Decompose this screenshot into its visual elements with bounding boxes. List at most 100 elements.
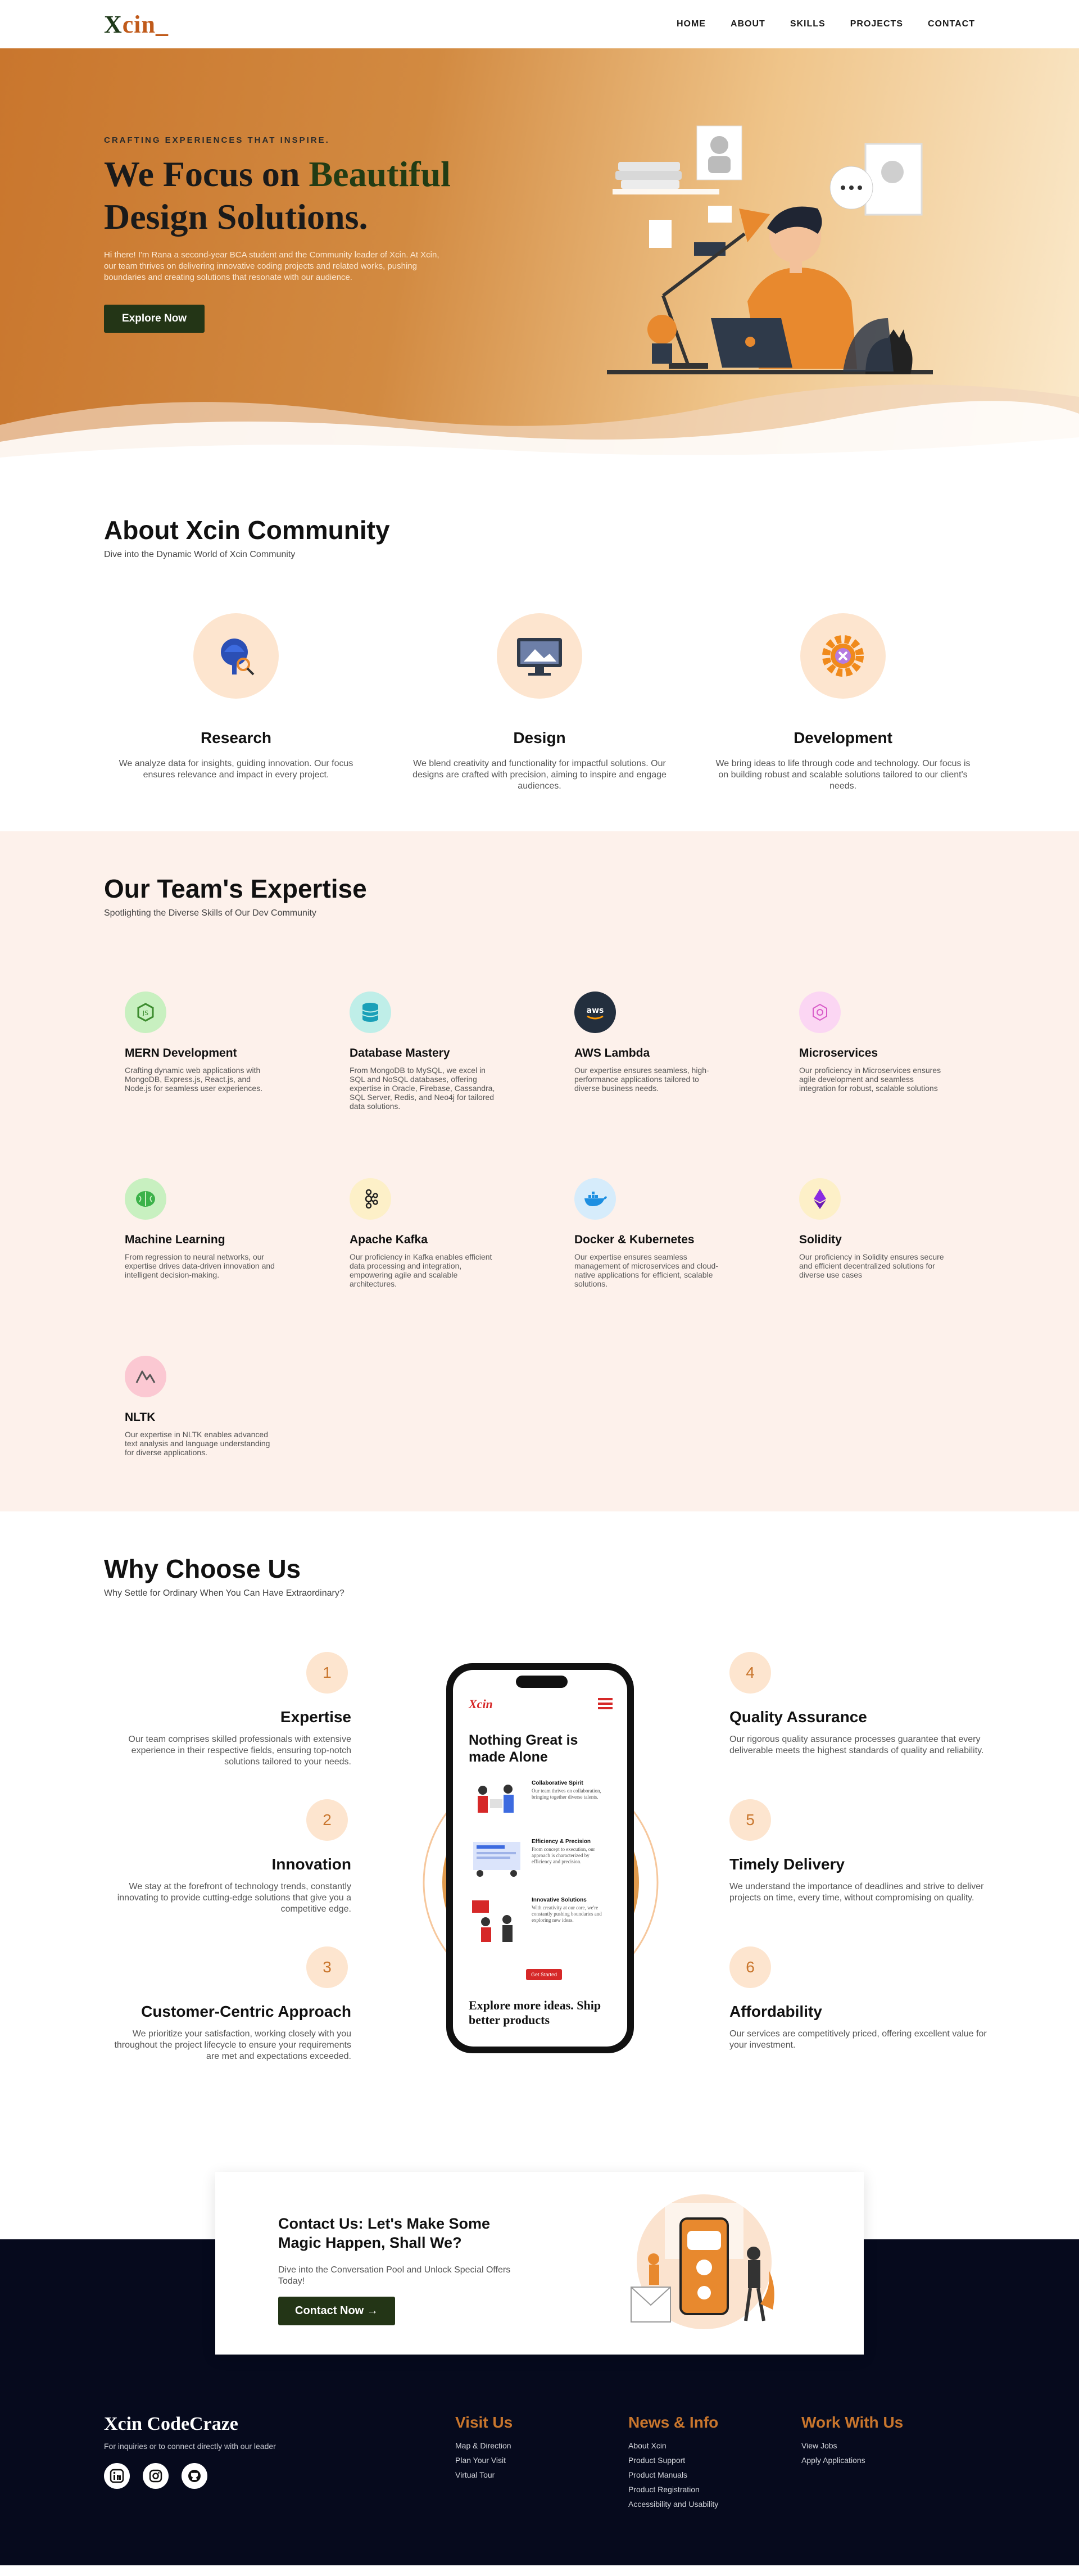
- microservices-icon: [799, 992, 841, 1033]
- about-card-design: Design We blend creativity and functiona…: [407, 613, 672, 792]
- phone-feature-text: Our team thrives on collaboration, bring…: [532, 1788, 601, 1800]
- footer-link[interactable]: Virtual Tour: [455, 2468, 513, 2482]
- about-card-research: Research We analyze data for insights, g…: [104, 613, 368, 792]
- about-card-text: We analyze data for insights, guiding in…: [119, 759, 353, 780]
- expertise-card-text: Our expertise ensures seamless managemen…: [574, 1252, 719, 1288]
- why-item-title: Expertise: [280, 1708, 351, 1726]
- expertise-card-docker: Docker & Kubernetes Our expertise ensure…: [554, 1178, 778, 1288]
- expertise-card-database: Database Mastery From MongoDB to MySQL, …: [329, 992, 554, 1111]
- nltk-icon: [125, 1356, 166, 1397]
- why-item-quality: 4 Quality Assurance Our rigorous quality…: [729, 1652, 988, 1799]
- hero-title-part: Design Solutions.: [104, 197, 368, 237]
- linkedin-icon[interactable]: [104, 2463, 130, 2489]
- nav-home-link[interactable]: HOME: [677, 19, 706, 29]
- phone-menu-icon[interactable]: [598, 1698, 613, 1709]
- why-item-expertise: 1 Expertise Our team comprises skilled p…: [104, 1652, 351, 1799]
- phone-frame: Xcin Nothing Great is made Alone Collabo…: [446, 1663, 634, 2053]
- hero-title-highlight: Beautiful: [309, 154, 451, 194]
- footer-link[interactable]: Apply Applications: [801, 2453, 903, 2468]
- nav-links: HOME ABOUT SKILLS PROJECTS CONTACT: [677, 19, 975, 29]
- footer-col-title: Work With Us: [801, 2414, 904, 2431]
- phone-screen: Xcin Nothing Great is made Alone Collabo…: [453, 1670, 627, 2047]
- why-item-text: We prioritize your satisfaction, working…: [114, 2029, 351, 2061]
- phone-feature-text: From concept to execution, our approach …: [532, 1846, 595, 1864]
- kafka-icon: [350, 1178, 391, 1220]
- expertise-card-text: Our proficiency in Solidity ensures secu…: [799, 1252, 944, 1279]
- why-number: 5: [729, 1799, 771, 1841]
- social-links: [104, 2463, 276, 2489]
- contact-card: Contact Us: Let's Make Some Magic Happen…: [215, 2172, 864, 2355]
- expertise-section: Our Team's Expertise Spotlighting the Di…: [0, 831, 1079, 1511]
- logo-x: X: [104, 10, 123, 38]
- why-number: 6: [729, 1946, 771, 1988]
- phone-heading: Nothing Great is made Alone: [469, 1732, 578, 1765]
- phone-logo: Xcin: [469, 1697, 493, 1711]
- footer-link[interactable]: View Jobs: [801, 2438, 903, 2453]
- expertise-card-ml: Machine Learning From regression to neur…: [104, 1178, 329, 1288]
- why-item-title: Affordability: [729, 2003, 822, 2020]
- why-item-affordability: 6 Affordability Our services are competi…: [729, 1946, 988, 2094]
- footer-link[interactable]: Product Manuals: [628, 2468, 718, 2482]
- expertise-card-microservices: Microservices Our proficiency in Microse…: [778, 992, 1003, 1111]
- why-left-column: 1 Expertise Our team comprises skilled p…: [104, 1652, 351, 2094]
- why-item-timely: 5 Timely Delivery We understand the impo…: [729, 1799, 988, 1946]
- innovation-illustration: [472, 1900, 513, 1942]
- why-item-title: Innovation: [271, 1855, 351, 1873]
- footer-link[interactable]: Accessibility and Usability: [628, 2497, 718, 2511]
- about-card-text: We blend creativity and functionality fo…: [412, 759, 667, 791]
- expertise-card-title: Microservices: [799, 1047, 878, 1060]
- expertise-subtitle: Spotlighting the Diverse Skills of Our D…: [104, 908, 316, 918]
- about-card-title: Research: [200, 729, 272, 746]
- why-right-column: 4 Quality Assurance Our rigorous quality…: [729, 1652, 988, 2094]
- hero-section: CRAFTING EXPERIENCES THAT INSPIRE. We Fo…: [0, 48, 1079, 464]
- footer-col-work: Work With Us View Jobs Apply Application…: [801, 2414, 903, 2468]
- logo-text: cin_: [122, 10, 169, 38]
- expertise-card-title: NLTK: [125, 1411, 156, 1424]
- footer-brand: Xcin CodeCraze For inquiries or to conne…: [104, 2414, 276, 2489]
- expertise-card-title: Docker & Kubernetes: [574, 1233, 695, 1246]
- why-item-text: Our services are competitively priced, o…: [729, 2029, 987, 2050]
- explore-now-button[interactable]: Explore Now: [104, 305, 205, 333]
- expertise-title: Our Team's Expertise: [104, 874, 367, 903]
- contact-now-button[interactable]: Contact Now →: [278, 2297, 395, 2325]
- phone-feature-title: Innovative Solutions: [532, 1897, 587, 1903]
- footer-col-news: News & Info About Xcin Product Support P…: [628, 2414, 718, 2511]
- expertise-card-title: Database Mastery: [350, 1047, 450, 1060]
- nav-projects-link[interactable]: PROJECTS: [850, 19, 903, 29]
- footer-link[interactable]: Plan Your Visit: [455, 2453, 513, 2468]
- footer-link[interactable]: Product Registration: [628, 2482, 718, 2497]
- expertise-card-title: AWS Lambda: [574, 1047, 650, 1060]
- site-logo[interactable]: Xcin_: [104, 10, 169, 39]
- expertise-grid: JS MERN Development Crafting dynamic web…: [104, 992, 975, 1457]
- collaboration-illustration: [478, 1785, 514, 1813]
- why-title: Why Choose Us: [104, 1554, 301, 1583]
- phone-get-started-button[interactable]: Get Started: [526, 1969, 563, 1980]
- why-item-text: We stay at the forefront of technology t…: [117, 1882, 351, 1914]
- hero-illustration: [607, 125, 933, 374]
- nav-contact-link[interactable]: CONTACT: [928, 19, 975, 29]
- expertise-card-title: Solidity: [799, 1233, 842, 1246]
- why-section: Why Choose Us Why Settle for Ordinary Wh…: [0, 1511, 1079, 2172]
- expertise-card-kafka: Apache Kafka Our proficiency in Kafka en…: [329, 1178, 554, 1288]
- nodejs-icon: JS: [125, 992, 166, 1033]
- footer-brand-name: Xcin CodeCraze: [104, 2414, 238, 2434]
- phone-feature-text: With creativity at our core, we're const…: [532, 1905, 602, 1923]
- why-item-innovation: 2 Innovation We stay at the forefront of…: [104, 1799, 351, 1946]
- footer-tagline: For inquiries or to connect directly wit…: [104, 2442, 276, 2451]
- phone-footer-text: Explore more ideas. Ship better products: [469, 1998, 601, 2027]
- footer-link[interactable]: Product Support: [628, 2453, 718, 2468]
- nav-skills-link[interactable]: SKILLS: [790, 19, 826, 29]
- footer: Xcin CodeCraze For inquiries or to conne…: [0, 2414, 1079, 2565]
- expertise-card-text: Our expertise ensures seamless, high-per…: [574, 1066, 709, 1093]
- expertise-card-mern: JS MERN Development Crafting dynamic web…: [104, 992, 329, 1111]
- phone-feature: Innovative Solutions With creativity at …: [469, 1897, 615, 1948]
- nav-about-link[interactable]: ABOUT: [731, 19, 765, 29]
- docker-icon: [574, 1178, 616, 1220]
- hero-title: We Focus on Beautiful Design Solutions.: [104, 153, 464, 238]
- hero-wave: [0, 384, 1079, 464]
- footer-link[interactable]: About Xcin: [628, 2438, 718, 2453]
- instagram-icon[interactable]: [143, 2463, 169, 2489]
- github-icon[interactable]: [182, 2463, 207, 2489]
- development-gear-icon: [800, 613, 886, 699]
- footer-link[interactable]: Map & Direction: [455, 2438, 513, 2453]
